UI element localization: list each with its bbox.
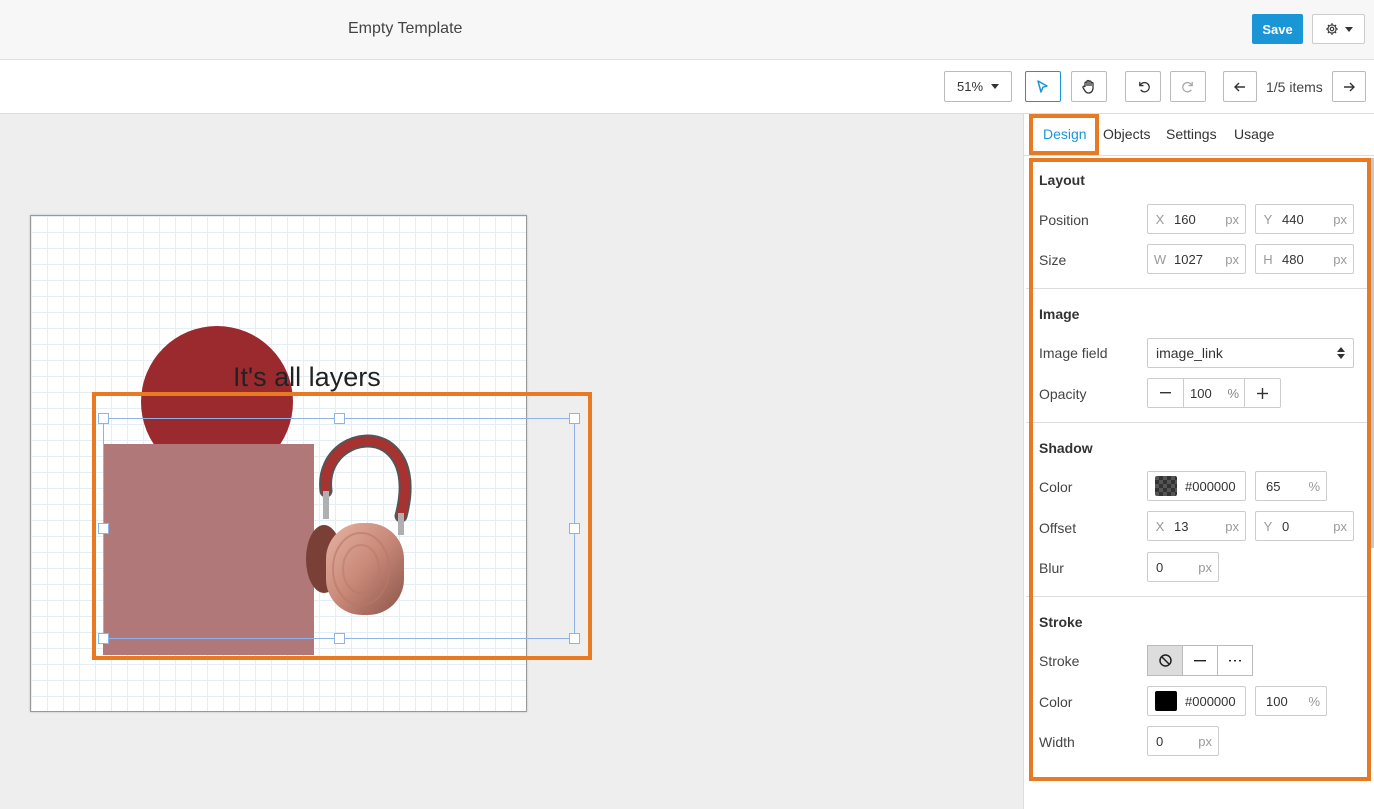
- pointer-icon: [1037, 79, 1048, 93]
- caret-down-icon: [991, 84, 1000, 89]
- arrow-left-icon: [1234, 82, 1245, 91]
- hand-icon: [1082, 79, 1094, 94]
- undo-button[interactable]: [1125, 71, 1161, 102]
- highlight-frame-design-tab: [1029, 114, 1099, 155]
- tab-usage[interactable]: Usage: [1234, 126, 1274, 142]
- arrow-right-icon: [1344, 82, 1355, 91]
- document-title: Empty Template: [348, 20, 463, 37]
- item-counter: 1/5 items: [1266, 79, 1323, 95]
- zoom-value: 51%: [956, 79, 984, 94]
- tab-settings[interactable]: Settings: [1166, 126, 1217, 142]
- gear-icon: [1325, 23, 1338, 35]
- previous-item-button[interactable]: [1223, 71, 1257, 102]
- top-bar: Empty Template Save: [0, 0, 1374, 60]
- redo-button[interactable]: [1170, 71, 1206, 102]
- canvas-toolbar: 51% 1/5 items: [0, 60, 1374, 114]
- highlight-frame-design-panel: [1029, 158, 1371, 781]
- select-tool-button[interactable]: [1025, 71, 1061, 102]
- highlight-frame-selection: [92, 392, 592, 660]
- save-button[interactable]: Save: [1252, 14, 1303, 44]
- properties-panel: Design Objects Settings Usage Layout Pos…: [1023, 114, 1374, 809]
- tab-objects[interactable]: Objects: [1103, 126, 1150, 142]
- pan-tool-button[interactable]: [1071, 71, 1107, 102]
- caret-down-icon: [1344, 26, 1353, 32]
- zoom-select[interactable]: 51%: [944, 71, 1012, 102]
- canvas-text-layer[interactable]: It's all layers: [233, 362, 381, 393]
- undo-icon: [1138, 81, 1150, 93]
- next-item-button[interactable]: [1332, 71, 1366, 102]
- redo-icon: [1181, 81, 1193, 93]
- settings-dropdown-button[interactable]: [1312, 14, 1365, 44]
- workspace[interactable]: It's all layers: [0, 114, 1023, 809]
